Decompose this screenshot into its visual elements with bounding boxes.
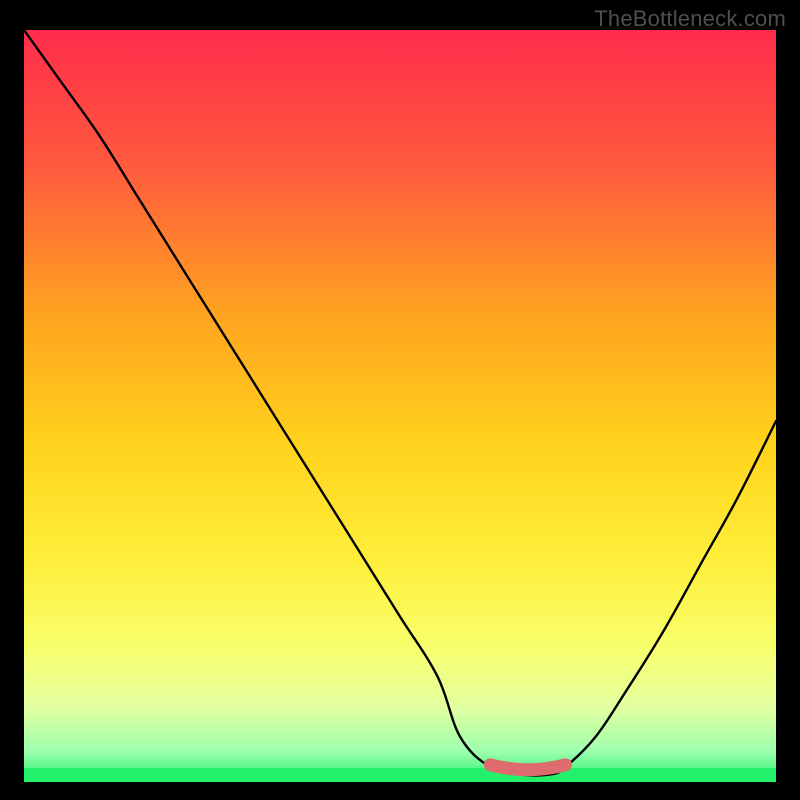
figure-root: TheBottleneck.com: [0, 0, 800, 800]
plot-area: [24, 30, 776, 782]
minimum-highlight: [490, 765, 565, 770]
watermark-text: TheBottleneck.com: [594, 6, 786, 32]
bottleneck-curve: [24, 30, 776, 775]
curve-overlay: [24, 30, 776, 782]
